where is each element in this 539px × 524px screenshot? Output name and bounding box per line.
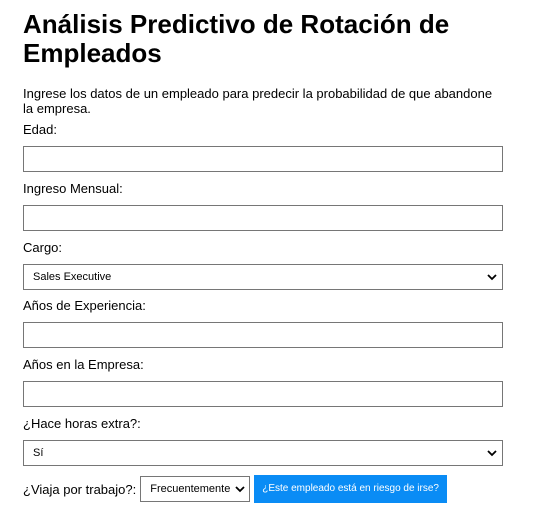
empresa-input[interactable] — [23, 381, 503, 407]
viaja-selected-value: Frecuentemente — [150, 483, 231, 495]
cargo-label: Cargo: — [23, 240, 63, 255]
viaja-select[interactable]: Frecuentemente — [140, 476, 251, 502]
experiencia-label: Años de Experiencia: — [23, 298, 146, 313]
ingreso-label: Ingreso Mensual: — [23, 181, 123, 196]
edad-input[interactable] — [23, 146, 503, 172]
experiencia-input[interactable] — [23, 322, 503, 348]
ingreso-input[interactable] — [23, 205, 503, 231]
prediction-form: Análisis Predictivo de Rotación de Emple… — [23, 0, 503, 503]
travel-row: ¿Viaja por trabajo?: Frecuentemente ¿Est… — [23, 475, 503, 503]
viaja-label: ¿Viaja por trabajo?: — [23, 481, 137, 497]
horas-extra-label: ¿Hace horas extra?: — [23, 416, 141, 431]
page-title: Análisis Predictivo de Rotación de Emple… — [23, 9, 450, 68]
cargo-select[interactable]: Sales Executive — [23, 264, 503, 290]
chevron-down-icon — [487, 450, 497, 457]
chevron-down-icon — [235, 486, 245, 493]
chevron-down-icon — [487, 274, 497, 281]
horas-extra-select[interactable]: Sí — [23, 440, 503, 466]
predict-button[interactable]: ¿Este empleado está en riesgo de irse? — [254, 475, 447, 503]
edad-label: Edad: — [23, 122, 57, 137]
intro-text: Ingrese los datos de un empleado para pr… — [23, 86, 493, 116]
empresa-label: Años en la Empresa: — [23, 357, 144, 372]
horas-extra-selected-value: Sí — [33, 447, 44, 459]
cargo-selected-value: Sales Executive — [33, 271, 112, 283]
